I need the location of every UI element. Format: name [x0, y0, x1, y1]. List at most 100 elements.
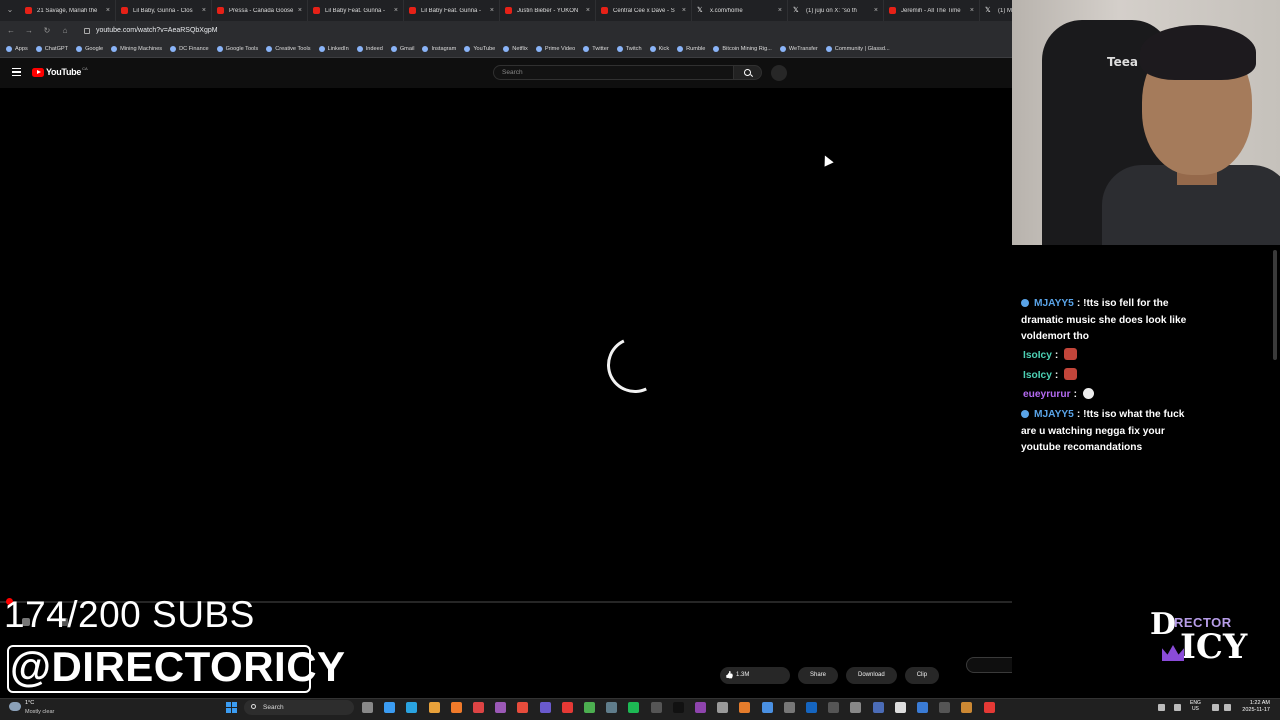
bookmark-item[interactable]: WeTransfer	[779, 46, 818, 52]
taskbar-app-icon[interactable]	[983, 702, 995, 713]
home-icon[interactable]: ⌂	[60, 26, 70, 36]
taskbar-app-icon[interactable]	[362, 702, 373, 713]
browser-tab[interactable]: Pressa - Canada Goose ×	[212, 0, 308, 21]
taskbar-app-icon[interactable]	[517, 702, 529, 713]
taskbar-app-icon[interactable]	[939, 702, 951, 713]
voice-search-button[interactable]	[771, 65, 787, 81]
bookmark-item[interactable]: Gmail	[390, 46, 414, 52]
taskbar-app-icon[interactable]	[806, 702, 817, 713]
bookmark-item[interactable]: Kick	[649, 46, 669, 52]
url-field[interactable]: youtube.com/watch?v=AeaRSQbXgpM	[80, 24, 1000, 38]
input-language[interactable]: ENG US	[1190, 700, 1201, 712]
bookmark-item[interactable]: Instagram	[422, 46, 456, 52]
browser-tab[interactable]: 𝕏(1) M×	[980, 0, 1012, 21]
wifi-icon[interactable]	[1212, 704, 1219, 711]
taskbar-app-icon[interactable]	[384, 702, 396, 713]
taskbar-app-icon[interactable]	[628, 702, 640, 713]
tab-close-icon[interactable]: ×	[394, 7, 398, 14]
taskbar-app-icon[interactable]	[850, 702, 862, 713]
chat-username[interactable]: eueyrurur	[1023, 389, 1071, 400]
browser-tab[interactable]: 𝕏 (1) juju on X: "so th ×	[788, 0, 884, 21]
taskbar-app-icon[interactable]	[717, 702, 729, 713]
youtube-logo[interactable]: YouTube CA	[32, 66, 88, 77]
tab-close-icon[interactable]: ×	[298, 7, 302, 14]
bookmark-item[interactable]: Twitter	[583, 46, 609, 52]
tab-close-icon[interactable]: ×	[778, 7, 782, 14]
chat-scrollbar[interactable]	[1273, 250, 1277, 360]
bookmark-item[interactable]: Prime Video	[535, 46, 575, 52]
forward-icon[interactable]: →	[24, 26, 34, 36]
browser-tab[interactable]: Lil Baby Feat. Gunna - ×	[404, 0, 500, 21]
taskbar-search[interactable]: Search	[244, 700, 354, 715]
bookmark-item[interactable]: YouTube	[464, 46, 495, 52]
taskbar-app-icon[interactable]	[450, 702, 462, 713]
bookmark-item[interactable]: Bitcoin Mining Rig...	[713, 46, 772, 52]
bookmark-item[interactable]: Twitch	[616, 46, 642, 52]
tab-close-icon[interactable]: ×	[586, 7, 590, 14]
volume-icon[interactable]	[1224, 704, 1231, 711]
chat-username[interactable]: IsoIcy	[1023, 350, 1052, 361]
bookmark-item[interactable]: Google	[76, 46, 103, 52]
taskbar-app-icon[interactable]	[406, 702, 418, 713]
menu-icon[interactable]	[12, 68, 21, 76]
taskbar-app-icon[interactable]	[473, 702, 484, 713]
site-info-icon[interactable]	[84, 28, 90, 34]
taskbar-app-icon[interactable]	[495, 702, 507, 713]
taskbar-app-icon[interactable]	[428, 702, 440, 713]
like-button[interactable]: 1.3M	[720, 667, 790, 684]
browser-tab[interactable]: Lil Baby, Gunna - Clos ×	[116, 0, 212, 21]
browser-tab[interactable]: Central Cee x Dave - S ×	[596, 0, 692, 21]
tab-close-icon[interactable]: ×	[874, 7, 878, 14]
tray-app-icon[interactable]	[1174, 704, 1181, 711]
browser-tab[interactable]: Lil Baby Feat. Gunna - ×	[308, 0, 404, 21]
tab-close-icon[interactable]: ×	[490, 7, 494, 14]
search-input[interactable]: Search	[493, 65, 734, 80]
weather-icon[interactable]	[9, 702, 21, 711]
browser-tab[interactable]: 𝕏x.com/home ×	[692, 0, 788, 21]
tab-close-icon[interactable]: ×	[682, 7, 686, 14]
tab-close-icon[interactable]: ×	[106, 7, 110, 14]
tab-search-icon[interactable]: ⌄	[4, 4, 16, 16]
browser-tab[interactable]: Jeremih - All The Time ×	[884, 0, 980, 21]
bookmark-item[interactable]: DC Finance	[170, 46, 209, 52]
bookmark-item[interactable]: LinkedIn	[318, 46, 349, 52]
back-icon[interactable]: ←	[6, 26, 16, 36]
video-player[interactable]	[0, 88, 1012, 643]
tab-close-icon[interactable]: ×	[970, 7, 974, 14]
chat-username[interactable]: IsoIcy	[1023, 370, 1052, 381]
taskbar-app-icon[interactable]	[761, 702, 773, 713]
bookmark-item[interactable]: ChatGPT	[35, 46, 68, 52]
tray-chevron-icon[interactable]	[1158, 704, 1165, 711]
start-button[interactable]	[226, 702, 237, 713]
chat-username[interactable]: MJAYY5	[1034, 298, 1074, 309]
tab-close-icon[interactable]: ×	[202, 7, 206, 14]
download-button[interactable]: Download	[846, 667, 897, 684]
reload-icon[interactable]: ↻	[42, 26, 52, 36]
taskbar-app-icon[interactable]	[672, 702, 684, 713]
bookmark-item[interactable]: Mining Machines	[111, 46, 162, 52]
taskbar-app-icon[interactable]	[650, 702, 662, 713]
taskbar-app-icon[interactable]	[783, 702, 795, 713]
bookmark-item[interactable]: Community | Glassd...	[825, 46, 890, 52]
bookmark-item[interactable]: Google Tools	[216, 46, 258, 52]
taskbar-app-icon[interactable]	[539, 702, 551, 713]
search-button[interactable]	[734, 65, 762, 80]
bookmark-item[interactable]: Creative Tools	[266, 46, 311, 52]
share-button[interactable]: Share	[798, 667, 839, 684]
chat-username[interactable]: MJAYY5	[1034, 409, 1074, 420]
bookmark-item[interactable]: Rumble	[677, 46, 705, 52]
taskbar-app-icon[interactable]	[561, 702, 573, 713]
taskbar-app-icon[interactable]	[917, 702, 928, 713]
bookmark-item[interactable]: Apps	[6, 46, 28, 52]
taskbar-app-icon[interactable]	[872, 702, 884, 713]
bookmark-item[interactable]: Netflix	[503, 46, 528, 52]
clock[interactable]: 1:22 AM 2025-11-17	[1236, 700, 1270, 714]
taskbar-app-icon[interactable]	[828, 702, 840, 713]
taskbar-app-icon[interactable]	[961, 702, 973, 713]
taskbar-app-icon[interactable]	[695, 702, 706, 713]
bookmark-item[interactable]: Indeed	[356, 46, 383, 52]
browser-tab[interactable]: 21 Savage, Mariah the ×	[20, 0, 116, 21]
browser-tab[interactable]: Justin Bieber - YUKON ×	[500, 0, 596, 21]
taskbar-app-icon[interactable]	[894, 702, 906, 713]
taskbar-app-icon[interactable]	[606, 702, 618, 713]
